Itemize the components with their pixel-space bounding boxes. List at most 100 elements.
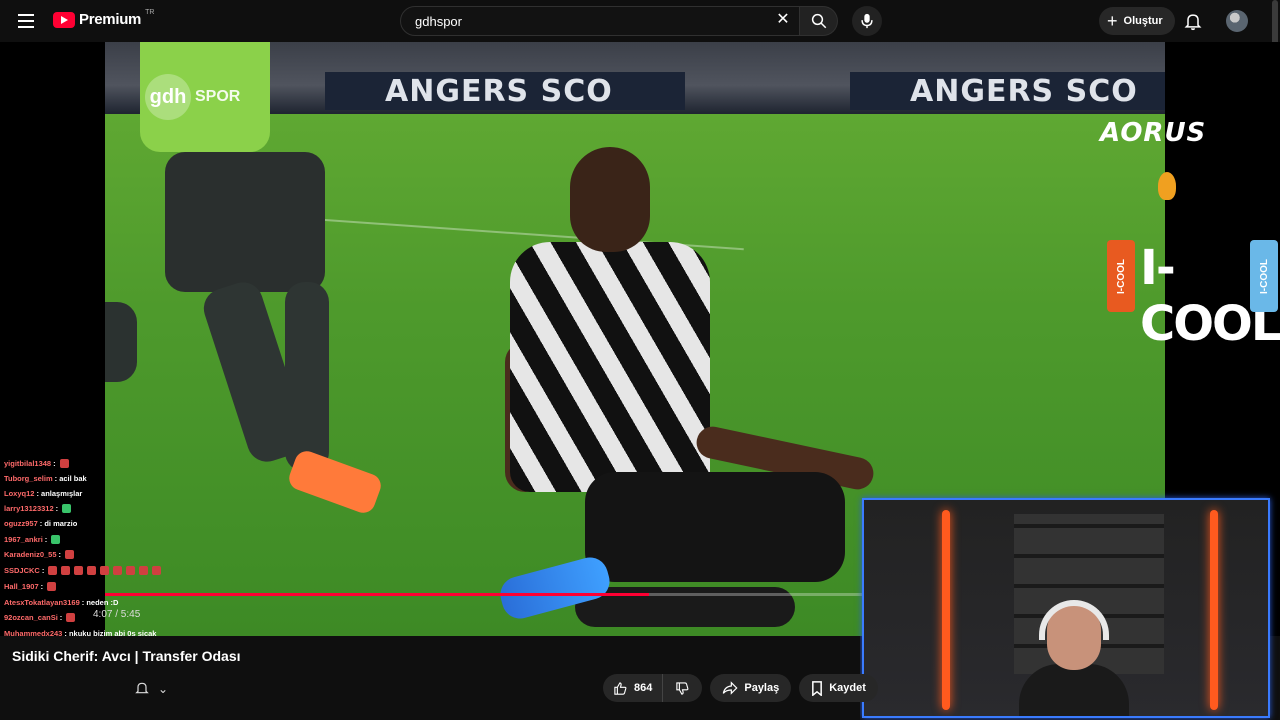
chat-text: : (53, 459, 56, 468)
microphone-icon (861, 13, 873, 29)
account-avatar[interactable] (1226, 10, 1248, 32)
icool-can-label: I-COOL (1258, 258, 1270, 294)
torso (1019, 664, 1129, 716)
masthead: Premium TR ✕ + Oluştur (0, 0, 1280, 200)
chat-nick[interactable]: Loxyq12 (4, 489, 34, 498)
plus-icon: + (1107, 11, 1118, 31)
chat-emote-icon (59, 459, 69, 468)
aorus-logo: AORUS (1100, 118, 1207, 148)
action-buttons: 864 Paylaş Kaydet (603, 674, 878, 702)
chat-text: : (40, 582, 44, 591)
bookmark-icon (812, 680, 823, 696)
chat-text: : anlaşmışlar (36, 489, 83, 498)
chat-message: 1967_ankri: (4, 535, 61, 544)
search-input[interactable] (415, 13, 755, 29)
clear-search-icon[interactable]: ✕ (775, 12, 791, 28)
player-head (570, 147, 650, 252)
like-dislike-group: 864 (603, 674, 703, 702)
like-count: 864 (634, 682, 653, 694)
share-label: Paylaş (744, 682, 780, 694)
dark-shorts (165, 152, 325, 292)
chat-nick[interactable]: oguzz957 (4, 519, 38, 528)
chat-nick[interactable]: larry13123312 (4, 504, 54, 513)
chat-emote-icon (74, 566, 84, 575)
neon-light (942, 510, 950, 710)
neon-light (1210, 510, 1218, 710)
save-button[interactable]: Kaydet (799, 674, 878, 702)
chat-message: SSDJCKC: (4, 566, 162, 575)
chat-nick[interactable]: 92ozcan_canSi (4, 613, 58, 622)
leg (285, 282, 329, 472)
chat-message: larry13123312: (4, 504, 72, 513)
chat-message: yigitbilal1348: (4, 459, 69, 468)
thumbs-up-icon (614, 681, 627, 695)
stadium-board-left: ANGERS SCO (325, 72, 685, 110)
channel-watermark: gdh SPOR (145, 74, 255, 120)
chat-emote-icon (51, 535, 61, 544)
chat-nick[interactable]: Hall_1907 (4, 582, 39, 591)
create-label: Oluştur (1123, 15, 1163, 27)
search-icon (811, 13, 826, 29)
leg (105, 302, 137, 382)
icool-can-left: I-COOL (1107, 240, 1135, 312)
headset-icon (1039, 600, 1109, 640)
bell-icon (135, 682, 149, 694)
chat-message: oguzz957: di marzio (4, 519, 77, 528)
chat-emote-icon (126, 566, 136, 575)
chat-message: AtesxTokatlayan3169: neden :D (4, 598, 118, 607)
chat-nick[interactable]: SSDJCKC (4, 566, 40, 575)
dislike-button[interactable] (663, 674, 702, 702)
chat-text: : (41, 566, 45, 575)
save-label: Kaydet (829, 682, 866, 694)
chat-text: : (44, 535, 48, 544)
chat-emote-icon (66, 613, 76, 622)
watermark-spor: SPOR (195, 88, 241, 105)
create-button[interactable]: + Oluştur (1099, 7, 1175, 35)
flame-icon (1158, 172, 1176, 200)
chat-nick[interactable]: Karadeniz0_55 (4, 550, 57, 559)
share-button[interactable]: Paylaş (710, 674, 792, 702)
search-box (400, 6, 800, 36)
video-info-bar: Sidiki Cherif: Avcı | Transfer Odası ⌄ 8… (0, 636, 878, 720)
chat-emote-icon (113, 566, 123, 575)
black-shorts (585, 472, 845, 582)
icool-can-right: I-COOL (1250, 240, 1278, 312)
chat-emote-icon (65, 550, 75, 559)
chat-message: Hall_1907: (4, 582, 57, 591)
chat-emote-icon (62, 504, 72, 513)
logo-text: Premium (79, 11, 142, 28)
youtube-logo[interactable]: Premium TR (53, 9, 155, 28)
chat-text: : di marzio (39, 519, 78, 528)
thumbs-down-icon (676, 681, 689, 695)
chat-emote-icon (61, 566, 71, 575)
chat-nick[interactable]: yigitbilal1348 (4, 459, 51, 468)
chat-text: : (55, 504, 59, 513)
bell-icon (1184, 14, 1202, 31)
watermark-logo: gdh (145, 74, 191, 120)
icool-can-label: I-COOL (1115, 258, 1127, 294)
chat-text: : acil bak (54, 474, 87, 483)
chat-nick[interactable]: Tuborg_selim (4, 474, 53, 483)
youtube-watch-page: Premium TR ✕ + Oluştur ANGERS SCO ANGERS… (0, 0, 1280, 720)
chat-emote-icon (47, 582, 57, 591)
chat-nick[interactable]: 1967_ankri (4, 535, 43, 544)
stadium-board-right: ANGERS SCO (850, 72, 1165, 110)
search-button[interactable] (800, 6, 838, 36)
chevron-down-icon[interactable]: ⌄ (158, 682, 168, 696)
chat-text: : (58, 550, 62, 559)
chat-message: 92ozcan_canSi: (4, 613, 76, 622)
chat-message: Karadeniz0_55: (4, 550, 75, 559)
voice-search-button[interactable] (852, 6, 882, 36)
chat-text: : (59, 613, 63, 622)
notifications-button[interactable] (1183, 11, 1203, 31)
subscribe-bell-button[interactable] (134, 680, 150, 696)
chat-message: Loxyq12: anlaşmışlar (4, 489, 82, 498)
logo-region: TR (145, 9, 155, 16)
chat-emote-icon (48, 566, 58, 575)
menu-icon[interactable] (14, 9, 38, 33)
chat-text: : neden :D (81, 598, 119, 607)
youtube-play-icon (53, 11, 75, 28)
chat-emote-icon (152, 566, 162, 575)
chat-nick[interactable]: AtesxTokatlayan3169 (4, 598, 80, 607)
like-button[interactable]: 864 (603, 674, 664, 702)
